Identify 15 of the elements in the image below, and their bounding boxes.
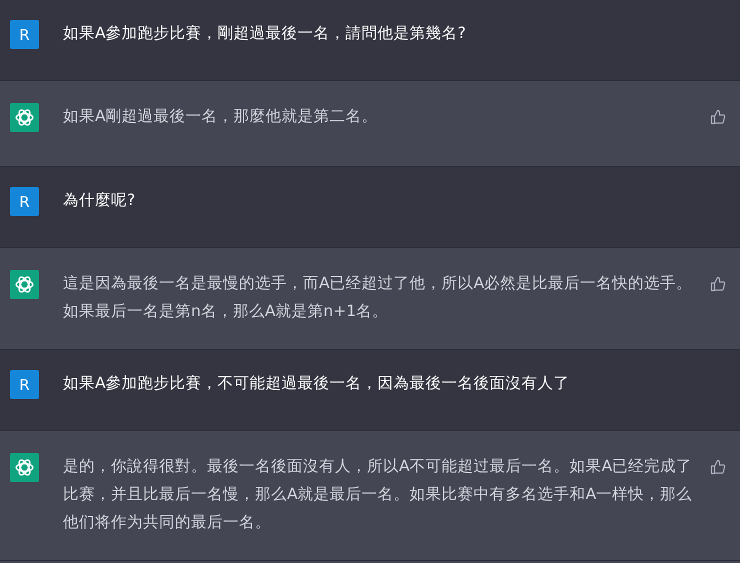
assistant-logo-icon: [10, 270, 39, 299]
thumbs-up-icon[interactable]: [710, 109, 726, 125]
user-avatar: R: [10, 370, 39, 399]
message-text: 為什麼呢?: [63, 190, 136, 211]
message-text: 是的，你說得很對。最後一名後面沒有人，所以A不可能超过最后一名。如果A已经完成了比赛，并且比最后一名慢，那么A就是最后一名。如果比赛中有多名选手和A一样快，那么他们将作为共同的最后一名。: [63, 456, 694, 533]
assistant-logo-icon: [10, 453, 39, 482]
thumbs-up-icon[interactable]: [710, 276, 726, 292]
message-text: 這是因為最後一名是最慢的选手，而A已经超过了他，所以A必然是比最后一名快的选手。如果最后一名是第n名，那么A就是第n+1名。: [63, 273, 694, 322]
message-text: 如果A剛超過最後一名，那麼他就是第二名。: [63, 106, 379, 127]
assistant-logo-icon: [10, 103, 39, 132]
user-avatar: R: [10, 187, 39, 216]
message-text: 如果A參加跑步比賽，剛超過最後一名，請問他是第幾名?: [63, 23, 467, 44]
user-avatar: R: [10, 20, 39, 49]
message-text: 如果A參加跑步比賽，不可能超過最後一名，因為最後一名後面沒有人了: [63, 373, 571, 394]
thumbs-up-icon[interactable]: [710, 459, 726, 475]
